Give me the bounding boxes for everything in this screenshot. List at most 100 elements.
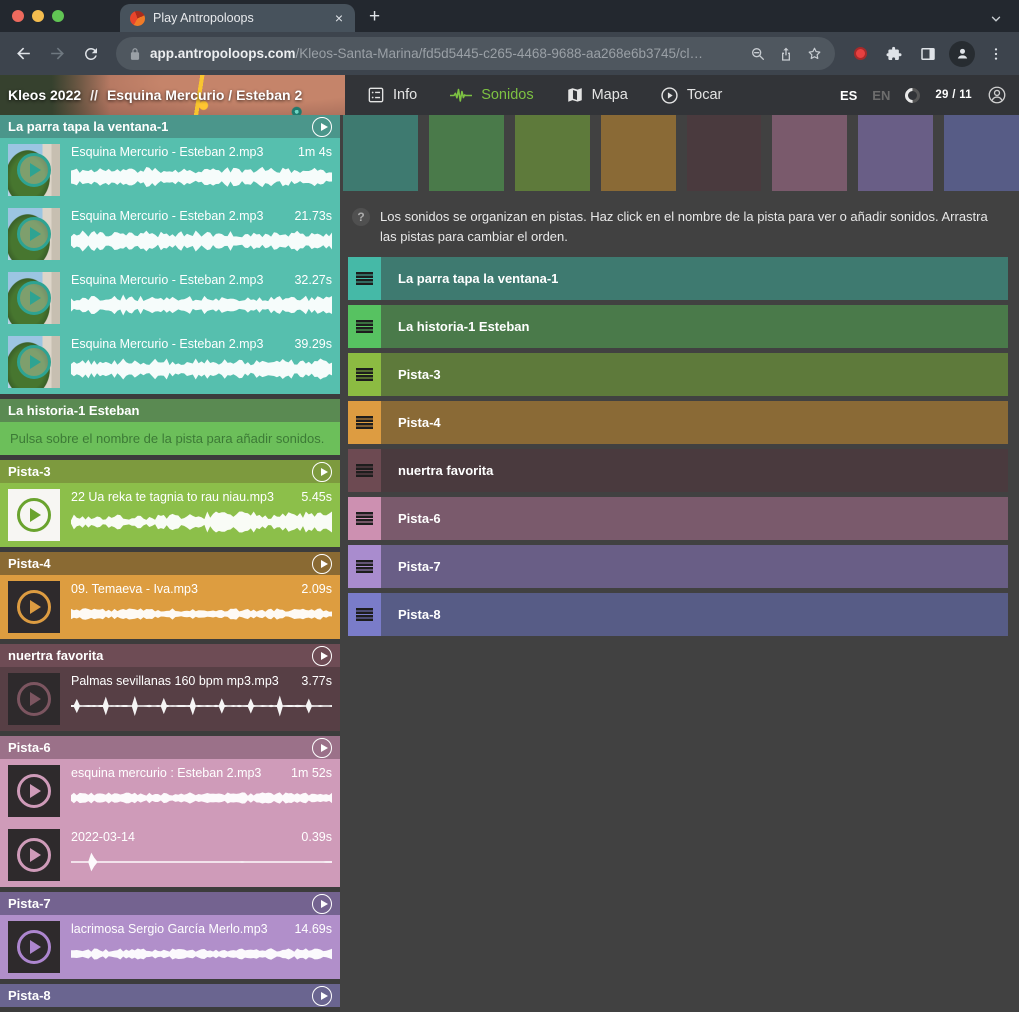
forward-icon[interactable] [42, 39, 72, 69]
drag-handle-icon [356, 608, 373, 621]
side-panel-icon[interactable] [913, 39, 943, 69]
window-minimize-button[interactable] [32, 10, 44, 22]
track-row[interactable]: Pista-7 [348, 545, 1008, 588]
bookmark-star-icon[interactable] [806, 45, 823, 62]
clip-thumbnail[interactable] [8, 829, 60, 881]
track-header[interactable]: Pista-7 [0, 892, 340, 915]
track-note: Pulsa sobre el nombre de la pista para a… [0, 422, 340, 455]
track-row-body[interactable]: Pista-4 [381, 401, 1008, 444]
clip-waveform [71, 166, 332, 188]
track-header[interactable]: Pista-6 [0, 736, 340, 759]
tab-close-icon[interactable]: × [333, 9, 345, 27]
audio-clip[interactable]: esquina mercurio : Esteban 2.mp3 1m 52s [0, 759, 340, 823]
track-play-button[interactable] [312, 462, 332, 482]
drag-handle[interactable] [348, 353, 381, 396]
nav-right-group: ES EN 29 / 11 [840, 85, 1019, 105]
track-row[interactable]: Pista-6 [348, 497, 1008, 540]
clip-thumbnail[interactable] [8, 673, 60, 725]
profile-avatar[interactable] [947, 39, 977, 69]
audio-clip[interactable]: Esquina Mercurio - Esteban 2.mp3 32.27s [0, 266, 340, 330]
window-close-button[interactable] [12, 10, 24, 22]
drag-handle[interactable] [348, 305, 381, 348]
back-icon[interactable] [8, 39, 38, 69]
tab-search-chevron-icon[interactable] [989, 12, 1003, 26]
audio-clip[interactable]: lacrimosa Sergio García Merlo.mp3 14.69s [0, 915, 340, 979]
track-row-body[interactable]: Pista-7 [381, 545, 1008, 588]
audio-clip[interactable]: Palmas sevillanas 160 bpm mp3.mp3 3.77s [0, 667, 340, 731]
tab-mapa[interactable]: Mapa [566, 86, 628, 104]
track-row[interactable]: La parra tapa la ventana-1 [348, 257, 1008, 300]
lang-en-button[interactable]: EN [872, 88, 890, 103]
recording-indicator-icon[interactable] [845, 39, 875, 69]
drag-handle[interactable] [348, 593, 381, 636]
track-header[interactable]: Pista-4 [0, 552, 340, 575]
new-tab-button[interactable]: + [369, 6, 380, 28]
track-header[interactable]: Pista-8 [0, 984, 340, 1007]
reload-icon[interactable] [76, 39, 106, 69]
track-row[interactable]: nuertra favorita [348, 449, 1008, 492]
track-row-body[interactable]: nuertra favorita [381, 449, 1008, 492]
browser-menu-kebab-icon[interactable] [981, 39, 1011, 69]
loop-progress-spinner-icon [902, 84, 923, 105]
drag-handle[interactable] [348, 497, 381, 540]
tab-sonidos[interactable]: Sonidos [449, 87, 533, 104]
track-row[interactable]: Pista-4 [348, 401, 1008, 444]
clip-play-icon [17, 838, 51, 872]
address-bar[interactable]: app.antropoloops.com/Kleos-Santa-Marina/… [116, 37, 835, 70]
clip-play-icon [17, 930, 51, 964]
tab-tocar[interactable]: Tocar [660, 86, 722, 105]
track-play-button[interactable] [312, 894, 332, 914]
lang-es-button[interactable]: ES [840, 88, 857, 103]
window-zoom-button[interactable] [52, 10, 64, 22]
clip-thumbnail[interactable] [8, 921, 60, 973]
clip-thumbnail[interactable] [8, 489, 60, 541]
track-row[interactable]: Pista-8 [348, 593, 1008, 636]
clip-details: 22 Ua reka te tagnia to rau niau.mp3 5.4… [71, 489, 332, 541]
audio-clip[interactable]: Esquina Mercurio - Esteban 2.mp3 39.29s [0, 330, 340, 394]
track-row-name: Pista-6 [398, 511, 441, 526]
drag-handle[interactable] [348, 449, 381, 492]
browser-tab[interactable]: Play Antropoloops × [120, 4, 355, 32]
track-play-button[interactable] [312, 738, 332, 758]
drag-handle[interactable] [348, 545, 381, 588]
track-row-body[interactable]: La parra tapa la ventana-1 [381, 257, 1008, 300]
track-row-body[interactable]: La historia-1 Esteban [381, 305, 1008, 348]
account-icon[interactable] [987, 85, 1007, 105]
clip-thumbnail[interactable] [8, 336, 60, 388]
audio-clip[interactable]: Esquina Mercurio - Esteban 2.mp3 1m 4s [0, 138, 340, 202]
track-play-button[interactable] [312, 646, 332, 666]
track-play-button[interactable] [312, 117, 332, 137]
share-icon[interactable] [778, 46, 794, 62]
clip-details: 2022-03-14 0.39s [71, 829, 332, 881]
track-play-button[interactable] [312, 986, 332, 1006]
breadcrumb[interactable]: Kleos 2022 // Esquina Mercurio / Esteban… [0, 75, 345, 115]
clip-details: lacrimosa Sergio García Merlo.mp3 14.69s [71, 921, 332, 973]
track-header[interactable]: La historia-1 Esteban [0, 399, 340, 422]
audio-clip[interactable]: 09. Temaeva - Iva.mp3 2.09s [0, 575, 340, 639]
audio-clip[interactable]: Esquina Mercurio - Esteban 2.mp3 21.73s [0, 202, 340, 266]
track-row-body[interactable]: Pista-3 [381, 353, 1008, 396]
clip-thumbnail[interactable] [8, 144, 60, 196]
clip-thumbnail[interactable] [8, 581, 60, 633]
track-play-button[interactable] [312, 554, 332, 574]
track-row-body[interactable]: Pista-6 [381, 497, 1008, 540]
track-row[interactable]: La historia-1 Esteban [348, 305, 1008, 348]
drag-handle[interactable] [348, 401, 381, 444]
ssl-lock-icon[interactable] [128, 47, 142, 61]
audio-clip[interactable]: 2022-03-14 0.39s [0, 823, 340, 887]
clip-thumbnail[interactable] [8, 272, 60, 324]
track-header[interactable]: La parra tapa la ventana-1 [0, 115, 340, 138]
clip-duration: 32.27s [294, 273, 332, 287]
track-header[interactable]: Pista-3 [0, 460, 340, 483]
clip-thumbnail[interactable] [8, 208, 60, 260]
track-row[interactable]: Pista-3 [348, 353, 1008, 396]
tab-info[interactable]: Info [367, 86, 417, 104]
track-row-body[interactable]: Pista-8 [381, 593, 1008, 636]
help-question-icon: ? [352, 208, 370, 226]
drag-handle[interactable] [348, 257, 381, 300]
audio-clip[interactable]: 22 Ua reka te tagnia to rau niau.mp3 5.4… [0, 483, 340, 547]
track-header[interactable]: nuertra favorita [0, 644, 340, 667]
zoom-out-icon[interactable] [750, 46, 766, 62]
extensions-puzzle-icon[interactable] [879, 39, 909, 69]
clip-thumbnail[interactable] [8, 765, 60, 817]
